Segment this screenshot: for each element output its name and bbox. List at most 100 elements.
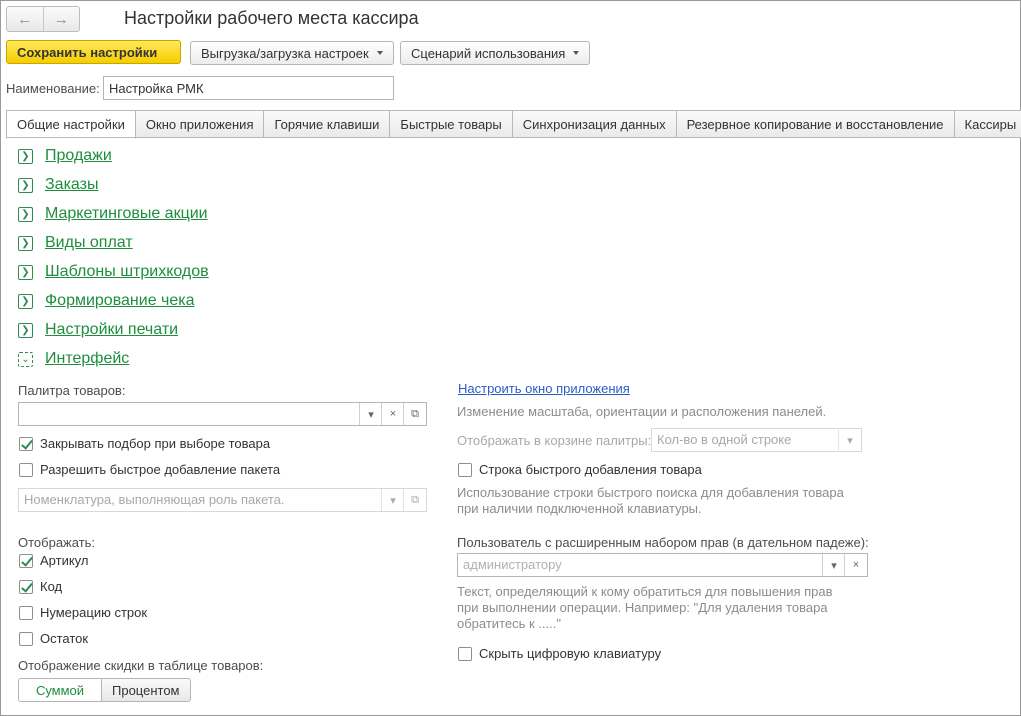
palette-field[interactable]: ▾ × ⧉	[18, 402, 427, 426]
admin-user-field[interactable]: администратору ▾ ×	[457, 553, 868, 577]
admin-user-label: Пользователь с расширенным набором прав …	[457, 535, 869, 550]
group-sales[interactable]: ❯ Продажи	[18, 147, 112, 165]
tab-divider	[6, 137, 1019, 138]
open-icon: ⧉	[403, 489, 426, 511]
configure-window-link[interactable]: Настроить окно приложения	[458, 381, 630, 396]
group-title: Продажи	[45, 147, 112, 164]
cart-palette-select: Кол-во в одной строке ▾	[651, 428, 862, 452]
checkbox-icon	[19, 605, 33, 620]
admin-hint-2: при выполнении операции. Например: "Для …	[457, 600, 828, 615]
checkbox-checked-icon	[19, 579, 33, 594]
chevron-right-icon: ❯	[18, 235, 33, 251]
group-title: Интерфейс	[45, 350, 130, 367]
group-print-settings[interactable]: ❯ Настройки печати	[18, 321, 178, 339]
admin-user-placeholder: администратору	[463, 557, 562, 572]
tab-hotkeys[interactable]: Горячие клавиши	[264, 110, 391, 138]
usage-scenario-button[interactable]: Сценарий использования	[400, 41, 591, 65]
quick-add-hint-1: Использование строки быстрого поиска для…	[457, 485, 844, 500]
group-orders[interactable]: ❯ Заказы	[18, 176, 98, 194]
chevron-right-icon: ❯	[18, 264, 33, 280]
nav-buttons: ← →	[6, 6, 80, 32]
close-pick-checkbox[interactable]: Закрывать подбор при выборе товара	[19, 436, 270, 451]
show-stock-label: Остаток	[40, 631, 89, 646]
checkbox-icon	[458, 646, 472, 661]
show-article-label: Артикул	[40, 553, 89, 568]
back-arrow-icon[interactable]: ←	[7, 7, 43, 31]
clear-icon[interactable]: ×	[844, 554, 867, 576]
fast-package-label: Разрешить быстрое добавление пакета	[40, 462, 281, 477]
group-payment-types[interactable]: ❯ Виды оплат	[18, 234, 133, 252]
tab-backup[interactable]: Резервное копирование и восстановление	[676, 110, 955, 138]
checkbox-icon	[19, 462, 33, 477]
chevron-right-icon: ❯	[18, 322, 33, 338]
discount-toggle: Суммой Процентом	[18, 678, 191, 702]
dropdown-icon: ▾	[838, 429, 861, 451]
tab-general[interactable]: Общие настройки	[6, 110, 136, 139]
group-marketing[interactable]: ❯ Маркетинговые акции	[18, 205, 208, 223]
show-stock-checkbox[interactable]: Остаток	[19, 631, 88, 646]
group-title: Формирование чека	[45, 292, 195, 309]
hide-keypad-label: Скрыть цифровую клавиатуру	[479, 646, 662, 661]
tab-quick-goods[interactable]: Быстрые товары	[390, 110, 513, 138]
checkbox-icon	[19, 631, 33, 646]
checkbox-checked-icon	[19, 436, 33, 451]
palette-label: Палитра товаров:	[18, 383, 126, 398]
chevron-down-icon: ⌄	[18, 351, 33, 367]
open-icon[interactable]: ⧉	[403, 403, 426, 425]
group-title: Настройки печати	[45, 321, 179, 338]
discount-percent-button[interactable]: Процентом	[102, 678, 191, 702]
show-code-checkbox[interactable]: Код	[19, 579, 62, 594]
dropdown-caret-icon	[573, 51, 580, 55]
save-settings-button[interactable]: Сохранить настройки	[6, 40, 181, 64]
admin-hint-3: обратитесь к ....."	[457, 616, 561, 631]
group-title: Шаблоны штрихкодов	[45, 263, 209, 280]
dropdown-icon[interactable]: ▾	[359, 403, 382, 425]
quick-add-hint-2: при наличии подключенной клавиатуры.	[457, 501, 702, 516]
export-import-button[interactable]: Выгрузка/загрузка настроек	[190, 41, 394, 65]
tab-app-window[interactable]: Окно приложения	[135, 110, 265, 138]
cart-palette-label: Отображать в корзине палитры:	[457, 433, 652, 448]
cart-palette-value: Кол-во в одной строке	[657, 432, 792, 447]
group-interface[interactable]: ⌄ Интерфейс	[18, 350, 129, 368]
admin-hint-1: Текст, определяющий к кому обратиться дл…	[457, 584, 833, 599]
group-title: Заказы	[45, 176, 99, 193]
checkbox-checked-icon	[19, 553, 33, 568]
dropdown-icon[interactable]: ▾	[822, 554, 845, 576]
show-label: Отображать:	[18, 535, 96, 550]
hide-keypad-checkbox[interactable]: Скрыть цифровую клавиатуру	[458, 646, 661, 661]
quick-add-checkbox[interactable]: Строка быстрого добавления товара	[458, 462, 702, 477]
discount-sum-button[interactable]: Суммой	[18, 678, 102, 702]
forward-arrow-icon[interactable]: →	[42, 7, 80, 31]
chevron-right-icon: ❯	[18, 206, 33, 222]
fast-package-checkbox[interactable]: Разрешить быстрое добавление пакета	[19, 462, 280, 477]
show-article-checkbox[interactable]: Артикул	[19, 553, 88, 568]
chevron-right-icon: ❯	[18, 148, 33, 164]
chevron-right-icon: ❯	[18, 293, 33, 309]
tab-sync[interactable]: Синхронизация данных	[512, 110, 677, 138]
discount-label: Отображение скидки в таблице товаров:	[18, 658, 264, 673]
show-row-numbers-checkbox[interactable]: Нумерацию строк	[19, 605, 147, 620]
close-pick-label: Закрывать подбор при выборе товара	[40, 436, 271, 451]
dropdown-caret-icon	[376, 51, 383, 55]
show-row-numbers-label: Нумерацию строк	[40, 605, 148, 620]
group-title: Маркетинговые акции	[45, 205, 208, 222]
group-barcode-templates[interactable]: ❯ Шаблоны штрихкодов	[18, 263, 209, 281]
save-settings-label: Сохранить настройки	[17, 44, 158, 60]
tab-cashiers[interactable]: Кассиры	[954, 110, 1021, 138]
package-field: Номенклатура, выполняющая роль пакета. ▾…	[18, 488, 427, 512]
export-import-label: Выгрузка/загрузка настроек	[201, 45, 369, 61]
usage-scenario-label: Сценарий использования	[411, 45, 566, 61]
checkbox-icon	[458, 462, 472, 477]
window-title: Настройки рабочего места кассира	[124, 8, 419, 28]
dropdown-icon: ▾	[381, 489, 404, 511]
group-title: Виды оплат	[45, 234, 133, 251]
clear-icon[interactable]: ×	[381, 403, 404, 425]
chevron-right-icon: ❯	[18, 177, 33, 193]
name-input[interactable]	[103, 76, 394, 100]
name-label: Наименование:	[6, 81, 100, 96]
show-code-label: Код	[40, 579, 63, 594]
tab-bar: Общие настройки Окно приложения Горячие …	[6, 110, 1021, 139]
package-placeholder: Номенклатура, выполняющая роль пакета.	[24, 492, 285, 507]
group-receipt[interactable]: ❯ Формирование чека	[18, 292, 195, 310]
configure-hint: Изменение масштаба, ориентации и располо…	[457, 404, 827, 419]
